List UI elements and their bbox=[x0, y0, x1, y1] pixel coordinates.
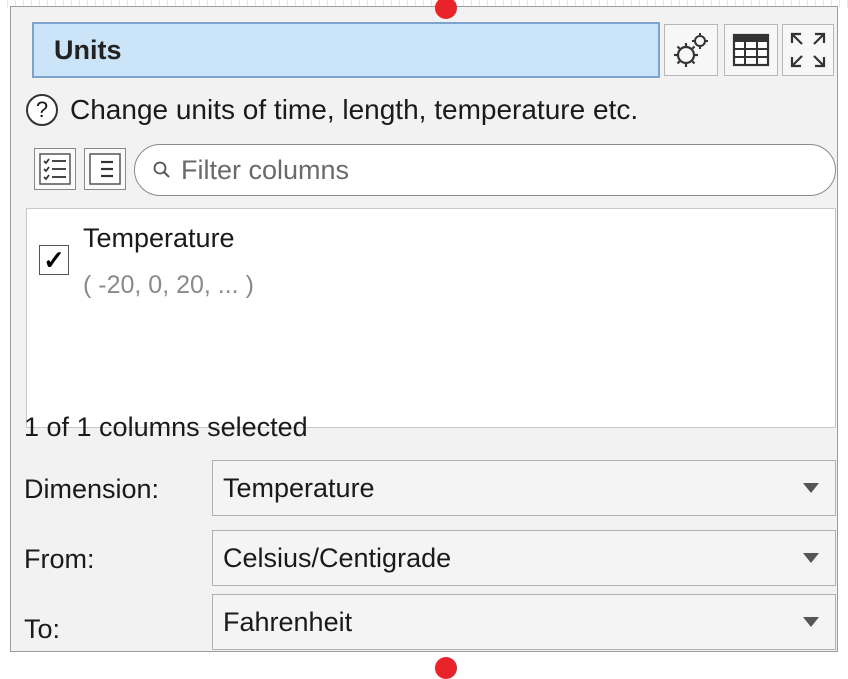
from-unit-value: Celsius/Centigrade bbox=[223, 542, 452, 573]
checkmark-icon: ✓ bbox=[43, 244, 65, 275]
panel-title[interactable]: Units bbox=[32, 22, 660, 78]
select-none-button[interactable] bbox=[84, 148, 126, 190]
to-unit-value: Fahrenheit bbox=[223, 606, 353, 637]
output-connector[interactable] bbox=[435, 657, 457, 679]
expand-icon bbox=[790, 32, 826, 68]
units-panel: Units ? Change units of time, length, te… bbox=[24, 22, 836, 652]
options-button[interactable] bbox=[664, 24, 718, 76]
help-icon[interactable]: ? bbox=[26, 94, 58, 126]
chevron-down-icon bbox=[803, 617, 819, 627]
help-text: Change units of time, length, temperatur… bbox=[70, 94, 639, 125]
filter-columns-input[interactable] bbox=[179, 153, 783, 187]
list-icon bbox=[89, 153, 121, 185]
chevron-down-icon bbox=[803, 553, 819, 563]
panel-title-text: Units bbox=[54, 34, 122, 65]
gear-icon bbox=[674, 33, 708, 67]
maximize-button[interactable] bbox=[782, 24, 834, 76]
preview-table-button[interactable] bbox=[724, 24, 778, 76]
search-icon bbox=[153, 161, 170, 178]
dimension-label: Dimension: bbox=[24, 474, 160, 504]
to-label: To: bbox=[24, 614, 61, 644]
checklist-icon bbox=[39, 153, 71, 185]
column-sample-values: ( -20, 0, 20, ... ) bbox=[83, 271, 254, 299]
selection-status: 1 of 1 columns selected bbox=[24, 412, 308, 442]
table-icon bbox=[732, 33, 770, 67]
dimension-value: Temperature bbox=[223, 472, 375, 503]
chevron-down-icon bbox=[803, 483, 819, 493]
help-row: ? Change units of time, length, temperat… bbox=[26, 88, 638, 132]
from-label: From: bbox=[24, 544, 95, 574]
input-connector[interactable] bbox=[435, 0, 457, 19]
column-checkbox[interactable]: ✓ bbox=[39, 245, 69, 275]
to-unit-select[interactable]: Fahrenheit bbox=[212, 594, 836, 650]
filter-columns-field[interactable] bbox=[134, 144, 836, 196]
from-unit-select[interactable]: Celsius/Centigrade bbox=[212, 530, 836, 586]
column-list[interactable]: ✓ Temperature ( -20, 0, 20, ... ) bbox=[26, 208, 836, 428]
select-all-button[interactable] bbox=[34, 148, 76, 190]
column-name: Temperature bbox=[83, 223, 235, 253]
dimension-select[interactable]: Temperature bbox=[212, 460, 836, 516]
